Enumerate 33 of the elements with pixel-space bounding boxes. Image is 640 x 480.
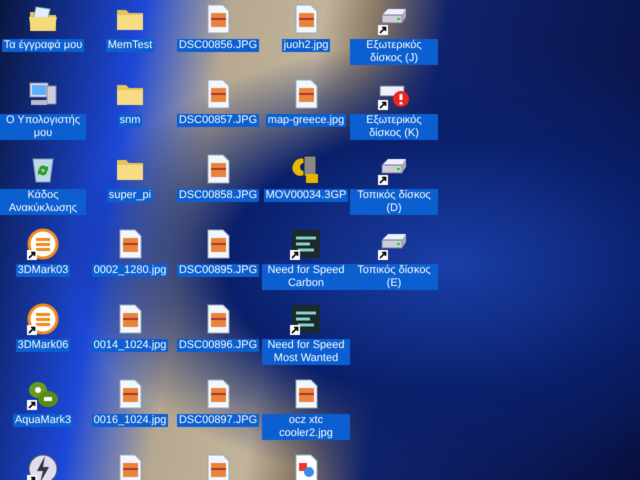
icon-label[interactable]: super_pi bbox=[106, 189, 154, 202]
icon-label[interactable]: DSC00897.JPG bbox=[176, 414, 260, 427]
icon-label[interactable]: Τα έγγραφά μου bbox=[2, 39, 84, 52]
icon-label[interactable]: ocz xtc cooler2.jpg bbox=[262, 414, 350, 440]
icon-label[interactable]: 3DMark06 bbox=[16, 339, 70, 352]
icon-label[interactable]: map-greece.jpg bbox=[266, 114, 346, 127]
icon-label[interactable]: 3DMark03 bbox=[16, 264, 70, 277]
icon-label[interactable]: Τοπικός δίσκος (D) bbox=[350, 189, 438, 215]
icon-label[interactable]: DSC00858.JPG bbox=[176, 189, 260, 202]
game-cover-icon[interactable] bbox=[290, 228, 322, 260]
icon-label[interactable]: DSC00857.JPG bbox=[176, 114, 260, 127]
icon-label[interactable]: Ο Υπολογιστής μου bbox=[0, 114, 86, 140]
icon-label[interactable]: DSC00896.JPG bbox=[176, 339, 260, 352]
icon-label[interactable]: DSC00895.JPG bbox=[176, 264, 260, 277]
lightning-icon[interactable] bbox=[27, 453, 59, 480]
icon-label[interactable]: DSC00856.JPG bbox=[176, 39, 260, 52]
icon-label[interactable]: 0002_1280.jpg bbox=[92, 264, 168, 277]
striped-ring-icon[interactable] bbox=[27, 303, 59, 335]
icon-label[interactable]: snm bbox=[118, 114, 142, 127]
striped-ring-icon[interactable] bbox=[27, 228, 59, 260]
icon-label[interactable]: AquaMark3 bbox=[12, 414, 74, 427]
icon-label[interactable]: MemTest bbox=[106, 39, 154, 52]
icon-label[interactable]: MOV00034.3GP bbox=[264, 189, 348, 202]
game-cover-icon[interactable] bbox=[290, 303, 322, 335]
icon-label[interactable]: Εξωτερικός δίσκος (J) bbox=[350, 39, 438, 65]
icon-label[interactable]: 0014_1024.jpg bbox=[92, 339, 168, 352]
icon-label[interactable]: Need for Speed Carbon bbox=[262, 264, 350, 290]
icon-label[interactable]: 0016_1024.jpg bbox=[92, 414, 168, 427]
icon-label[interactable]: Need for Speed Most Wanted bbox=[262, 339, 350, 365]
icon-label[interactable]: Τοπικός δίσκος (E) bbox=[350, 264, 438, 290]
icon-label[interactable]: Κάδος Ανακύκλωσης bbox=[0, 189, 86, 215]
icon-label[interactable]: juoh2.jpg bbox=[282, 39, 330, 52]
icon-label[interactable]: Εξωτερικός δίσκος (K) bbox=[350, 114, 438, 140]
